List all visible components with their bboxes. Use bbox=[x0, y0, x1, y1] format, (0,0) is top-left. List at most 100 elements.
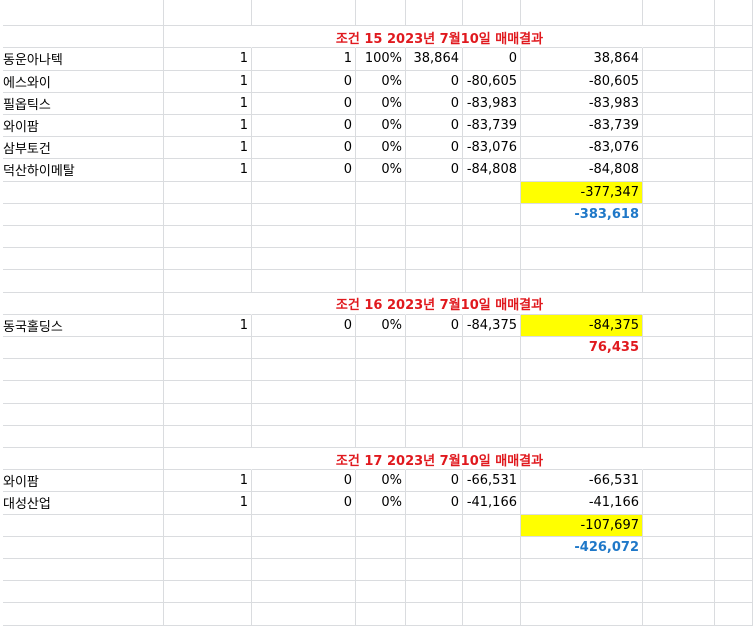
sheet-cell[interactable]: 0 bbox=[463, 48, 521, 71]
sheet-cell[interactable]: 1 bbox=[164, 492, 252, 515]
sheet-cell[interactable]: -41,166 bbox=[521, 492, 643, 515]
sheet-cell[interactable] bbox=[715, 226, 753, 249]
sheet-cell[interactable]: -80,605 bbox=[521, 70, 643, 93]
sheet-cell[interactable] bbox=[463, 248, 521, 271]
sheet-cell[interactable]: 1 bbox=[164, 470, 252, 493]
sheet-cell[interactable] bbox=[715, 492, 753, 515]
sheet-cell[interactable] bbox=[643, 581, 715, 604]
sheet-cell[interactable] bbox=[521, 270, 643, 293]
sheet-cell[interactable] bbox=[715, 403, 753, 426]
sheet-cell[interactable] bbox=[643, 536, 715, 559]
sheet-cell[interactable] bbox=[521, 0, 643, 27]
sheet-cell[interactable] bbox=[0, 381, 164, 404]
sheet-cell[interactable] bbox=[715, 26, 753, 49]
sheet-cell[interactable]: 삼부토건 bbox=[0, 137, 164, 160]
sheet-cell[interactable] bbox=[252, 425, 356, 448]
sheet-cell[interactable]: 0% bbox=[356, 70, 406, 93]
sheet-cell[interactable] bbox=[164, 337, 252, 360]
sheet-cell[interactable] bbox=[0, 514, 164, 537]
sheet-cell[interactable]: -83,739 bbox=[521, 115, 643, 138]
sheet-cell[interactable] bbox=[252, 359, 356, 382]
sheet-cell[interactable] bbox=[463, 203, 521, 226]
sheet-cell[interactable] bbox=[643, 159, 715, 182]
sheet-cell[interactable] bbox=[643, 137, 715, 160]
sheet-cell[interactable]: -80,605 bbox=[463, 70, 521, 93]
sheet-cell[interactable]: 38,864 bbox=[406, 48, 463, 71]
sheet-cell[interactable] bbox=[0, 226, 164, 249]
sheet-cell[interactable]: 0 bbox=[252, 314, 356, 337]
sheet-cell[interactable] bbox=[406, 581, 463, 604]
sheet-cell[interactable] bbox=[356, 0, 406, 27]
sheet-cell[interactable] bbox=[643, 92, 715, 115]
sheet-cell[interactable] bbox=[406, 248, 463, 271]
sheet-cell[interactable] bbox=[0, 425, 164, 448]
sheet-cell[interactable] bbox=[463, 226, 521, 249]
sheet-cell[interactable] bbox=[0, 603, 164, 626]
sheet-cell[interactable] bbox=[521, 425, 643, 448]
sheet-cell[interactable] bbox=[715, 337, 753, 360]
sheet-cell[interactable] bbox=[463, 536, 521, 559]
sheet-cell[interactable] bbox=[164, 226, 252, 249]
sheet-cell[interactable] bbox=[406, 0, 463, 27]
sheet-cell[interactable] bbox=[356, 181, 406, 204]
sheet-cell[interactable] bbox=[0, 359, 164, 382]
sheet-cell[interactable] bbox=[463, 181, 521, 204]
sheet-cell[interactable]: 0% bbox=[356, 492, 406, 515]
sheet-cell[interactable]: -83,076 bbox=[521, 137, 643, 160]
sheet-cell[interactable]: 와이팜 bbox=[0, 470, 164, 493]
sheet-cell[interactable] bbox=[356, 337, 406, 360]
sheet-cell[interactable]: 0% bbox=[356, 159, 406, 182]
sheet-cell[interactable] bbox=[164, 425, 252, 448]
sheet-cell[interactable] bbox=[643, 425, 715, 448]
sheet-cell[interactable] bbox=[643, 492, 715, 515]
sheet-cell[interactable] bbox=[643, 559, 715, 582]
sheet-cell[interactable]: 1 bbox=[164, 314, 252, 337]
sheet-cell[interactable] bbox=[252, 248, 356, 271]
sheet-cell[interactable]: 38,864 bbox=[521, 48, 643, 71]
sheet-cell[interactable] bbox=[356, 226, 406, 249]
sheet-cell[interactable] bbox=[643, 603, 715, 626]
sheet-cell[interactable] bbox=[521, 581, 643, 604]
sheet-cell[interactable] bbox=[643, 48, 715, 71]
sheet-cell[interactable] bbox=[252, 514, 356, 537]
sheet-cell[interactable] bbox=[715, 92, 753, 115]
sheet-cell[interactable]: 0% bbox=[356, 470, 406, 493]
sheet-cell[interactable] bbox=[0, 559, 164, 582]
sheet-cell[interactable] bbox=[406, 181, 463, 204]
sheet-cell[interactable]: -83,076 bbox=[463, 137, 521, 160]
sheet-cell[interactable]: 0% bbox=[356, 137, 406, 160]
sheet-cell[interactable]: -383,618 bbox=[521, 203, 643, 226]
sheet-cell[interactable] bbox=[715, 115, 753, 138]
sheet-cell[interactable] bbox=[715, 381, 753, 404]
sheet-cell[interactable]: -66,531 bbox=[463, 470, 521, 493]
sheet-cell[interactable] bbox=[715, 70, 753, 93]
sheet-cell[interactable] bbox=[521, 559, 643, 582]
sheet-cell[interactable] bbox=[406, 203, 463, 226]
sheet-cell[interactable] bbox=[715, 514, 753, 537]
sheet-cell[interactable]: 0 bbox=[406, 314, 463, 337]
sheet-cell[interactable]: 0% bbox=[356, 314, 406, 337]
sheet-cell[interactable]: 0 bbox=[406, 115, 463, 138]
sheet-cell[interactable] bbox=[0, 337, 164, 360]
sheet-cell[interactable] bbox=[463, 514, 521, 537]
sheet-cell[interactable]: -84,808 bbox=[463, 159, 521, 182]
sheet-cell[interactable] bbox=[0, 292, 164, 315]
sheet-cell[interactable] bbox=[643, 470, 715, 493]
sheet-cell[interactable]: 1 bbox=[164, 48, 252, 71]
sheet-cell[interactable]: 대성산업 bbox=[0, 492, 164, 515]
sheet-cell[interactable] bbox=[164, 248, 252, 271]
sheet-cell[interactable]: 1 bbox=[164, 92, 252, 115]
sheet-cell[interactable]: 0 bbox=[252, 70, 356, 93]
sheet-cell[interactable] bbox=[0, 403, 164, 426]
sheet-cell[interactable] bbox=[406, 514, 463, 537]
sheet-cell[interactable]: 0 bbox=[252, 470, 356, 493]
sheet-cell[interactable]: -84,375 bbox=[463, 314, 521, 337]
sheet-cell[interactable] bbox=[715, 0, 753, 27]
sheet-cell[interactable] bbox=[356, 559, 406, 582]
sheet-cell[interactable]: -377,347 bbox=[521, 181, 643, 204]
sheet-cell[interactable] bbox=[715, 448, 753, 471]
sheet-cell[interactable] bbox=[463, 0, 521, 27]
sheet-cell[interactable] bbox=[406, 226, 463, 249]
sheet-cell[interactable] bbox=[463, 559, 521, 582]
sheet-cell[interactable]: -426,072 bbox=[521, 536, 643, 559]
